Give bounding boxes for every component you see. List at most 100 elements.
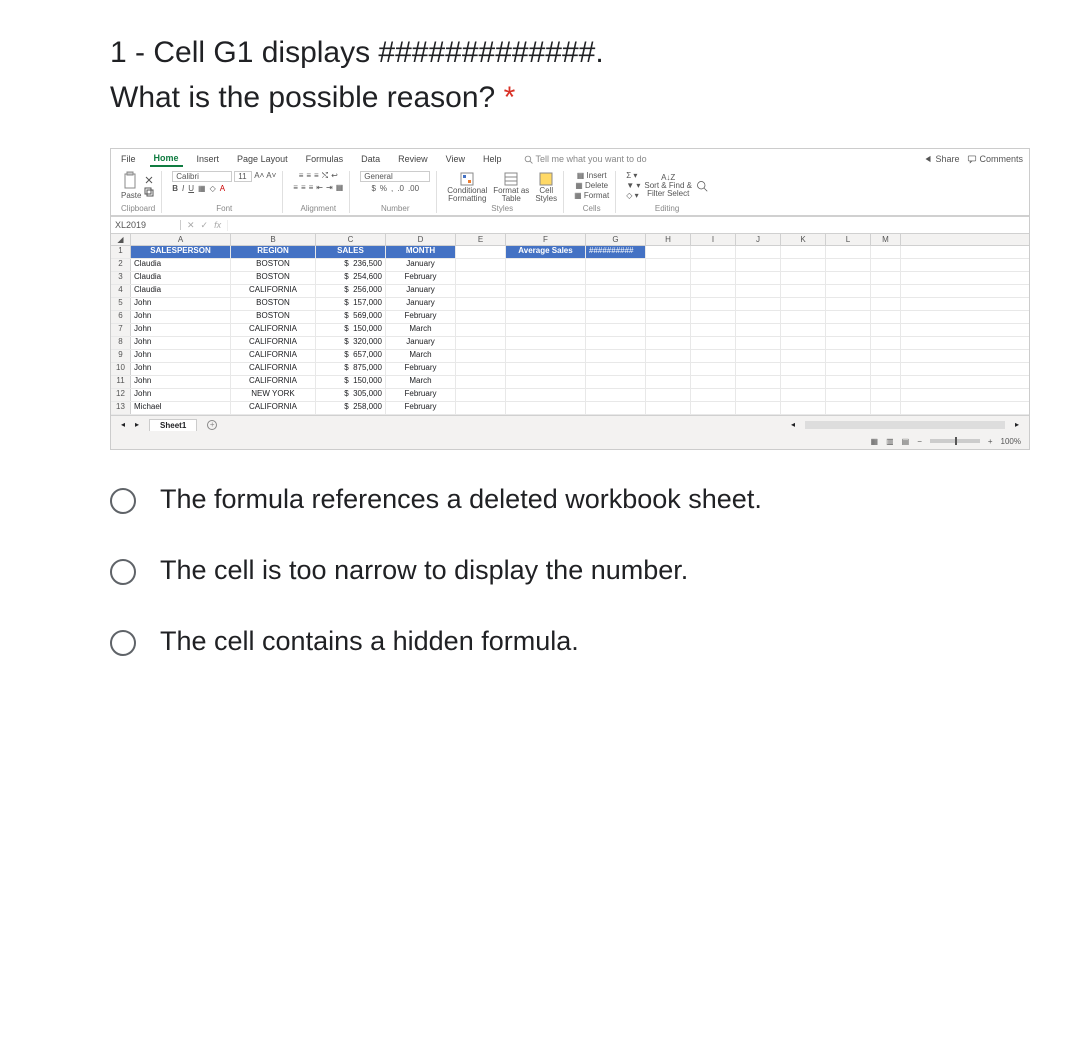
cell-month[interactable]: January bbox=[386, 285, 456, 297]
radio-b[interactable] bbox=[110, 559, 136, 585]
italic-button[interactable]: I bbox=[182, 184, 184, 193]
cell-month[interactable]: February bbox=[386, 311, 456, 323]
option-b[interactable]: The cell is too narrow to display the nu… bbox=[110, 551, 1030, 590]
fill-color-button[interactable]: ◇ bbox=[210, 184, 216, 193]
cell-rg[interactable]: CALIFORNIA bbox=[231, 324, 316, 336]
align-top-icon[interactable]: ≡ bbox=[299, 171, 304, 181]
cell-rg[interactable]: NEW YORK bbox=[231, 389, 316, 401]
cell-A1[interactable]: SALESPERSON bbox=[131, 246, 231, 258]
zoom-slider[interactable] bbox=[930, 439, 980, 443]
format-as-table-label[interactable]: Format asTable bbox=[493, 187, 529, 203]
enter-formula-icon[interactable]: ✓ bbox=[201, 220, 209, 231]
share-button[interactable]: Share bbox=[923, 154, 959, 164]
orientation-icon[interactable]: ⤭ bbox=[322, 171, 328, 181]
cell-sales[interactable]: $ 157,000 bbox=[316, 298, 386, 310]
cut-icon[interactable] bbox=[144, 175, 154, 185]
cell-month[interactable]: January bbox=[386, 259, 456, 271]
col-G[interactable]: G bbox=[586, 234, 646, 245]
merge-icon[interactable]: ▦ bbox=[336, 183, 344, 192]
cell-month[interactable]: February bbox=[386, 363, 456, 375]
comments-button[interactable]: Comments bbox=[967, 154, 1023, 164]
view-page-break-icon[interactable]: ▤ bbox=[902, 437, 910, 446]
cell-sp[interactable]: John bbox=[131, 298, 231, 310]
cancel-formula-icon[interactable]: ✕ bbox=[187, 220, 195, 231]
cell-month[interactable]: March bbox=[386, 350, 456, 362]
tab-review[interactable]: Review bbox=[394, 152, 432, 166]
row-header[interactable]: 1 bbox=[111, 246, 131, 258]
col-M[interactable]: M bbox=[871, 234, 901, 245]
indent-left-icon[interactable]: ⇤ bbox=[316, 183, 323, 192]
sheet-nav-prev-icon[interactable]: ◂ bbox=[121, 420, 125, 429]
name-box[interactable]: XL2019 bbox=[111, 220, 181, 230]
cell-sales[interactable]: $ 875,000 bbox=[316, 363, 386, 375]
tab-page-layout[interactable]: Page Layout bbox=[233, 152, 292, 166]
cell-sp[interactable]: John bbox=[131, 389, 231, 401]
zoom-out-icon[interactable]: − bbox=[917, 437, 922, 446]
col-I[interactable]: I bbox=[691, 234, 736, 245]
cell-sp[interactable]: Michael bbox=[131, 402, 231, 414]
col-C[interactable]: C bbox=[316, 234, 386, 245]
increase-decimal-icon[interactable]: .0 bbox=[397, 184, 404, 193]
tab-data[interactable]: Data bbox=[357, 152, 384, 166]
align-center-icon[interactable]: ≡ bbox=[301, 183, 306, 192]
cell-B1[interactable]: REGION bbox=[231, 246, 316, 258]
zoom-level[interactable]: 100% bbox=[1001, 437, 1021, 446]
add-sheet-button[interactable]: + bbox=[207, 420, 217, 430]
col-J[interactable]: J bbox=[736, 234, 781, 245]
find-icon[interactable] bbox=[696, 180, 708, 192]
cell-E1[interactable] bbox=[456, 246, 506, 258]
cell-F1[interactable]: Average Sales bbox=[506, 246, 586, 258]
border-button[interactable]: ▦ bbox=[198, 184, 206, 193]
autosum-icon[interactable]: Σ ▾ bbox=[626, 171, 640, 180]
tab-view[interactable]: View bbox=[442, 152, 469, 166]
cell-sp[interactable]: John bbox=[131, 376, 231, 388]
row-header[interactable]: 7 bbox=[111, 324, 131, 336]
bold-button[interactable]: B bbox=[172, 184, 178, 193]
cell-rg[interactable]: BOSTON bbox=[231, 272, 316, 284]
cell-rg[interactable]: CALIFORNIA bbox=[231, 285, 316, 297]
row-header[interactable]: 2 bbox=[111, 259, 131, 271]
col-D[interactable]: D bbox=[386, 234, 456, 245]
format-as-table-icon[interactable] bbox=[503, 171, 519, 187]
font-color-button[interactable]: A bbox=[220, 184, 225, 193]
radio-a[interactable] bbox=[110, 488, 136, 514]
tab-help[interactable]: Help bbox=[479, 152, 506, 166]
cell-sales[interactable]: $ 254,600 bbox=[316, 272, 386, 284]
row-header[interactable]: 10 bbox=[111, 363, 131, 375]
cell-sales[interactable]: $ 657,000 bbox=[316, 350, 386, 362]
cell-rg[interactable]: BOSTON bbox=[231, 298, 316, 310]
sheet-nav-next-icon[interactable]: ▸ bbox=[135, 420, 139, 429]
col-K[interactable]: K bbox=[781, 234, 826, 245]
row-header[interactable]: 12 bbox=[111, 389, 131, 401]
cell-sp[interactable]: John bbox=[131, 350, 231, 362]
cell-sales[interactable]: $ 236,500 bbox=[316, 259, 386, 271]
cell-month[interactable]: February bbox=[386, 272, 456, 284]
cell-sales[interactable]: $ 305,000 bbox=[316, 389, 386, 401]
cell-rg[interactable]: BOSTON bbox=[231, 259, 316, 271]
horizontal-scrollbar[interactable] bbox=[805, 421, 1005, 429]
comma-icon[interactable]: , bbox=[391, 184, 393, 193]
tab-insert[interactable]: Insert bbox=[193, 152, 224, 166]
percent-icon[interactable]: % bbox=[380, 184, 387, 193]
tab-file[interactable]: File bbox=[117, 152, 140, 166]
cell-C1[interactable]: SALES bbox=[316, 246, 386, 258]
zoom-in-icon[interactable]: + bbox=[988, 437, 993, 446]
tab-home[interactable]: Home bbox=[150, 151, 183, 167]
scroll-left-icon[interactable]: ◂ bbox=[791, 420, 795, 429]
delete-cells-button[interactable]: ▦ Delete bbox=[575, 181, 608, 190]
col-L[interactable]: L bbox=[826, 234, 871, 245]
cell-month[interactable]: March bbox=[386, 324, 456, 336]
underline-button[interactable]: U bbox=[188, 184, 194, 193]
row-header[interactable]: 8 bbox=[111, 337, 131, 349]
align-bottom-icon[interactable]: ≡ bbox=[314, 171, 319, 181]
decrease-font-icon[interactable]: A˅ bbox=[266, 171, 276, 182]
col-F[interactable]: F bbox=[506, 234, 586, 245]
cell-rg[interactable]: CALIFORNIA bbox=[231, 402, 316, 414]
cell-month[interactable]: March bbox=[386, 376, 456, 388]
paste-label[interactable]: Paste bbox=[121, 191, 141, 200]
cell-month[interactable]: January bbox=[386, 298, 456, 310]
cell-sp[interactable]: John bbox=[131, 337, 231, 349]
decrease-decimal-icon[interactable]: .00 bbox=[408, 184, 419, 193]
conditional-formatting-label[interactable]: ConditionalFormatting bbox=[447, 187, 487, 203]
row-header[interactable]: 6 bbox=[111, 311, 131, 323]
